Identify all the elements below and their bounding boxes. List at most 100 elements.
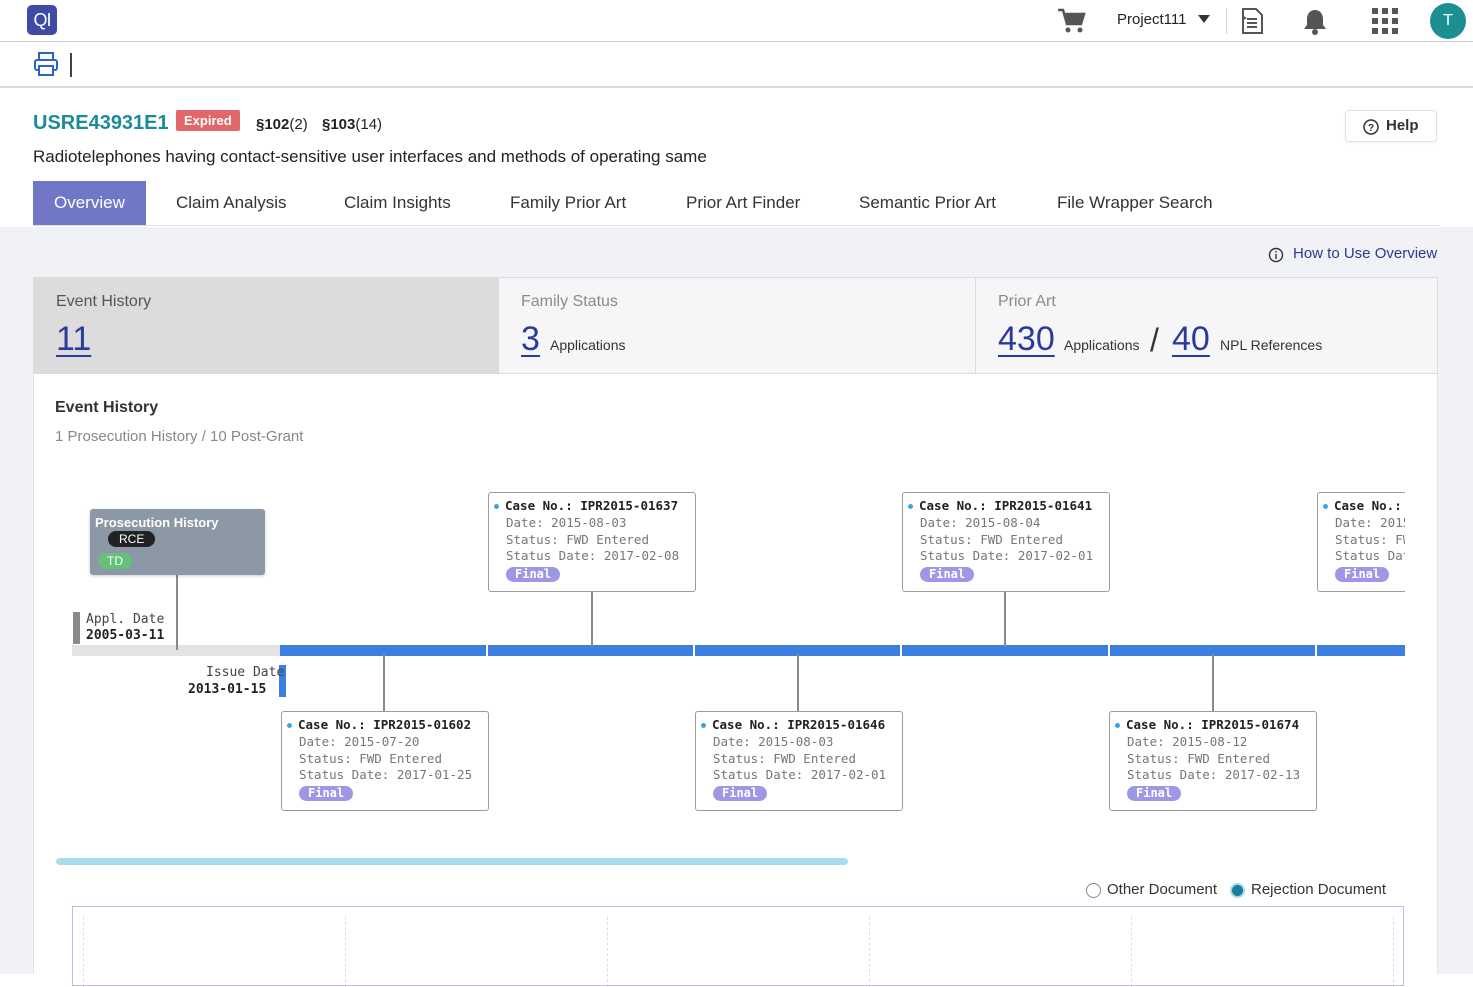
bullet-icon: [1115, 723, 1120, 728]
timeline-post-grant-track: [280, 645, 1405, 656]
project-selector[interactable]: Project111: [1117, 11, 1187, 28]
case-number: Case No.: IPR2015-01637: [505, 498, 679, 513]
gridline: [83, 917, 84, 987]
final-tag: Final: [713, 786, 768, 801]
case-status: Status: FWD Entered: [299, 751, 442, 766]
bullet-icon: [494, 504, 499, 509]
event-history-card[interactable]: Event History 11: [34, 278, 498, 373]
print-icon[interactable]: [33, 51, 59, 82]
case-number: Case No.: IPR2015-01602: [298, 717, 472, 732]
td-tag: TD: [98, 553, 132, 569]
cart-icon[interactable]: [1057, 8, 1087, 39]
user-avatar[interactable]: T: [1430, 3, 1466, 39]
connector-line: [591, 592, 593, 647]
case-card[interactable]: Case No.: IPR2015-01641 Date: 2015-08-04…: [902, 492, 1110, 592]
case-number: Case No.: I: [1334, 498, 1405, 513]
document-export-icon[interactable]: [1240, 7, 1264, 40]
tab-family-prior-art[interactable]: Family Prior Art: [510, 181, 626, 225]
family-status-label: Family Status: [521, 293, 618, 310]
timeline-scrollbar[interactable]: [56, 858, 848, 865]
tab-overview[interactable]: Overview: [33, 181, 146, 225]
event-history-heading: Event History: [55, 399, 159, 416]
patent-number: USRE43931E1: [33, 112, 169, 134]
appl-date-value: 2005-03-11: [86, 628, 165, 643]
prior-art-npl-unit: NPL References: [1220, 337, 1323, 353]
document-chart-area: [72, 906, 1404, 987]
case-status: Status: FWD Entered: [1127, 751, 1270, 766]
case-date: Date: 2015-08-12: [1127, 734, 1248, 749]
chevron-down-icon[interactable]: [1198, 15, 1210, 23]
family-status-unit: Applications: [550, 337, 626, 353]
timeline-tick: [486, 645, 488, 656]
event-history-subtitle: 1 Prosecution History / 10 Post-Grant: [55, 428, 304, 445]
tab-bar: Overview Claim Analysis Claim Insights F…: [33, 181, 1440, 226]
info-icon: [1268, 247, 1284, 263]
radio-circle-selected[interactable]: [1230, 883, 1245, 898]
tab-claim-analysis[interactable]: Claim Analysis: [176, 181, 287, 225]
case-date: Date: 2015-08-03: [506, 515, 627, 530]
connector-line: [176, 575, 178, 650]
case-status-date: Status Date: 2017-01-25: [299, 767, 473, 782]
toolbar: [0, 43, 1473, 88]
bell-icon[interactable]: [1303, 8, 1327, 41]
connector-line: [383, 654, 385, 712]
prior-art-npl-count[interactable]: 40: [1172, 320, 1210, 359]
issue-date-label: Issue Date: [206, 665, 285, 680]
prosecution-history-card[interactable]: Prosecution History RCE TD: [90, 509, 265, 575]
case-number: Case No.: IPR2015-01674: [1126, 717, 1300, 732]
status-badge: Expired: [176, 110, 240, 131]
case-card-partial[interactable]: Case No.: I Date: 2015 Status: FWD Statu…: [1317, 492, 1405, 592]
case-status: Status: FWD Entered: [920, 532, 1063, 547]
prior-art-applications-count[interactable]: 430: [998, 320, 1055, 359]
event-history-count[interactable]: 11: [56, 320, 91, 359]
timeline-tick: [900, 645, 902, 656]
case-status: Status: FWD: [1335, 532, 1405, 547]
tab-prior-art-finder[interactable]: Prior Art Finder: [686, 181, 800, 225]
help-button[interactable]: ? Help: [1345, 110, 1437, 142]
tab-file-wrapper-search[interactable]: File Wrapper Search: [1057, 181, 1213, 225]
final-tag: Final: [506, 567, 561, 582]
connector-line: [1004, 592, 1006, 647]
case-status: Status: FWD Entered: [713, 751, 856, 766]
summary-strip: Event History 11 Family Status 3 Applica…: [33, 277, 1438, 374]
prior-art-separator: /: [1150, 322, 1159, 358]
apps-grid-icon[interactable]: [1372, 8, 1398, 39]
case-status-date: Status Date: 2017-02-13: [1127, 767, 1301, 782]
prior-art-label: Prior Art: [998, 293, 1056, 310]
question-icon: ?: [1363, 119, 1379, 135]
case-card[interactable]: Case No.: IPR2015-01602 Date: 2015-07-20…: [281, 711, 489, 811]
bullet-icon: [287, 723, 292, 728]
final-tag: Final: [920, 567, 975, 582]
toolbar-divider: [70, 53, 72, 77]
how-to-link[interactable]: How to Use Overview: [1268, 245, 1437, 263]
case-date: Date: 2015-07-20: [299, 734, 420, 749]
bullet-icon: [1323, 504, 1328, 509]
section-102: §102(2): [256, 116, 308, 133]
case-date: Date: 2015-08-03: [713, 734, 834, 749]
case-card[interactable]: Case No.: IPR2015-01646 Date: 2015-08-03…: [695, 711, 903, 811]
rce-tag: RCE: [108, 531, 156, 547]
family-status-card[interactable]: Family Status 3 Applications: [499, 278, 975, 373]
timeline-tick: [1315, 645, 1317, 656]
tab-semantic-prior-art[interactable]: Semantic Prior Art: [859, 181, 996, 225]
case-date: Date: 2015: [1335, 515, 1405, 530]
timeline-tick: [1108, 645, 1110, 656]
gridline: [1131, 917, 1132, 987]
case-status-date: Status Date: 2017-02-01: [920, 548, 1094, 563]
app-logo[interactable]: QI: [27, 5, 57, 35]
divider: [1226, 8, 1227, 34]
family-status-count[interactable]: 3: [521, 320, 540, 359]
svg-text:?: ?: [1368, 123, 1374, 134]
radio-other-document[interactable]: Other Document: [1086, 881, 1217, 898]
appl-date-marker: [73, 612, 80, 644]
tab-claim-insights[interactable]: Claim Insights: [344, 181, 451, 225]
final-tag: Final: [1335, 567, 1390, 582]
connector-line: [1212, 654, 1214, 712]
radio-rejection-document[interactable]: Rejection Document: [1230, 881, 1386, 898]
section-103: §103(14): [322, 116, 383, 133]
radio-circle[interactable]: [1086, 883, 1101, 898]
case-card[interactable]: Case No.: IPR2015-01637 Date: 2015-08-03…: [488, 492, 696, 592]
prior-art-card[interactable]: Prior Art 430 Applications / 40 NPL Refe…: [976, 278, 1438, 373]
case-card[interactable]: Case No.: IPR2015-01674 Date: 2015-08-12…: [1109, 711, 1317, 811]
final-tag: Final: [299, 786, 354, 801]
